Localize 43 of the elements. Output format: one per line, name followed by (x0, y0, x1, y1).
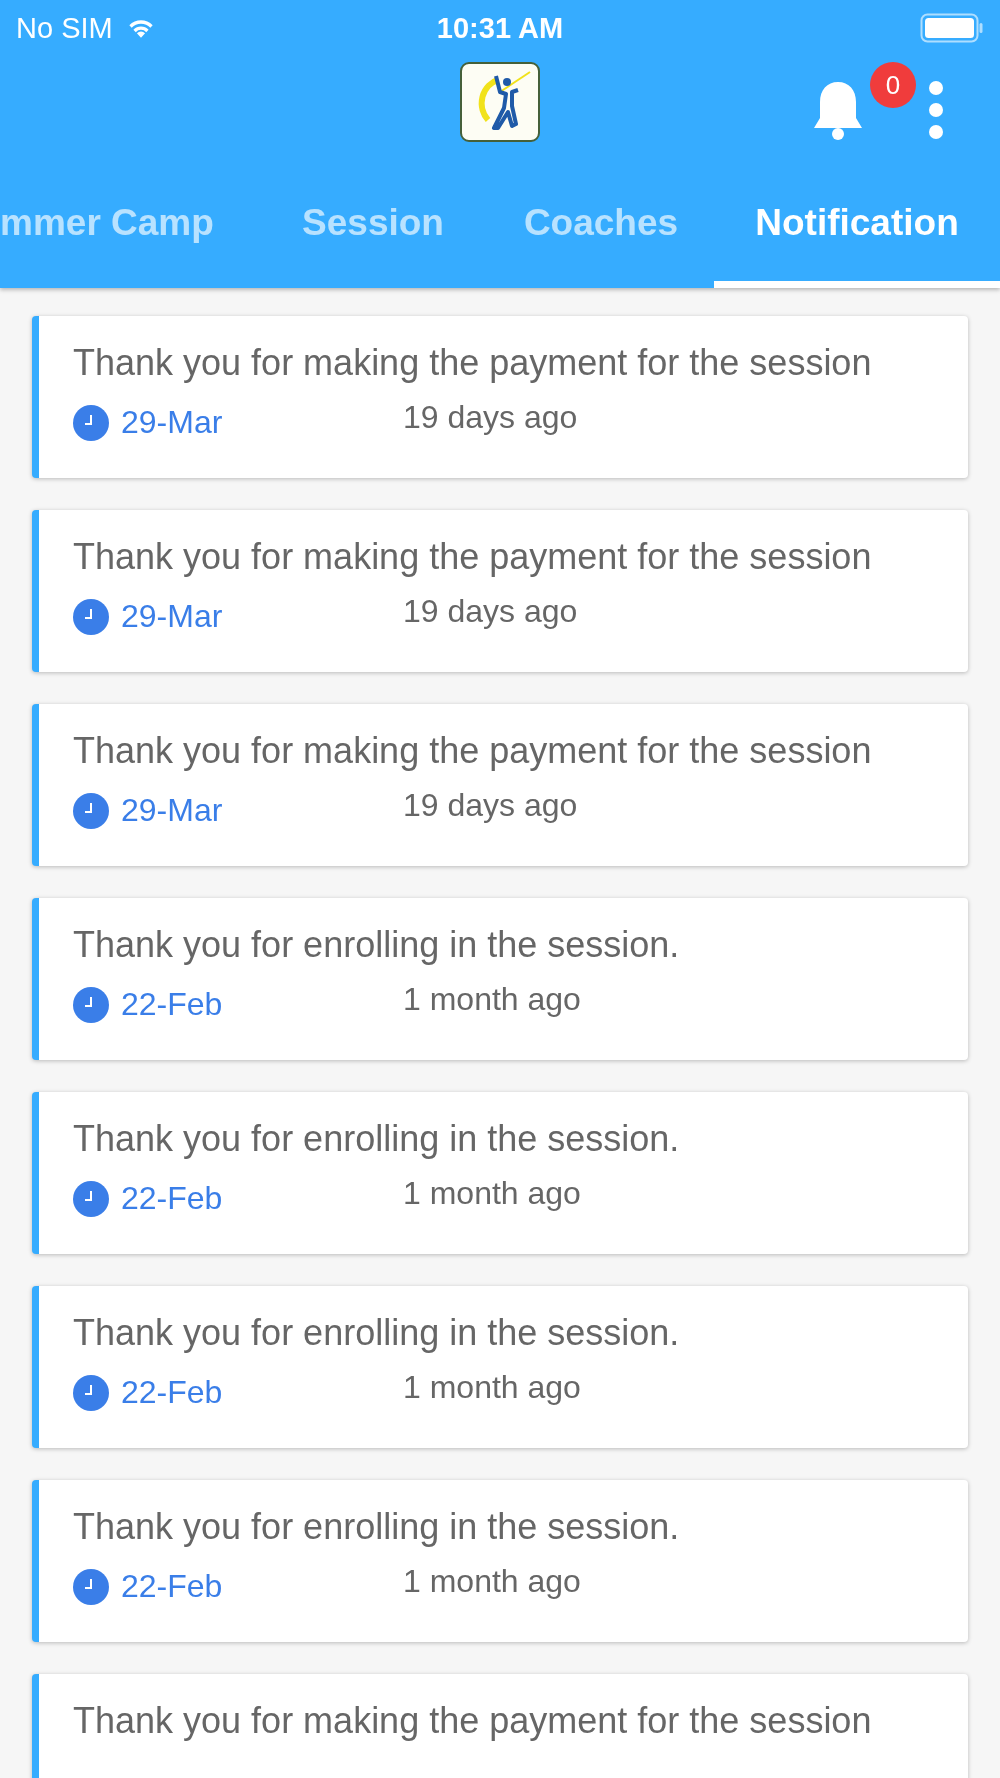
notification-date: 22-Feb (121, 986, 224, 1023)
clock-icon (73, 1180, 109, 1217)
notification-message: Thank you for making the payment for the session (73, 536, 873, 578)
notification-card[interactable]: Thank you for enrolling in the session. 22-Feb 1 month ago (32, 898, 968, 1060)
notification-card[interactable]: Thank you for enrolling in the session. 22-Feb 1 month ago (32, 1286, 968, 1448)
notification-date: 29-Mar (121, 404, 224, 441)
clock-time: 10:31 AM (436, 11, 564, 45)
more-menu-icon[interactable] (928, 80, 944, 140)
time-ago: 1 month ago (403, 1563, 581, 1600)
notification-badge: 0 (870, 62, 916, 108)
carrier-label: No SIM (16, 11, 113, 45)
notification-card[interactable]: Thank you for making the payment for the session 29-Mar 19 days ago (32, 704, 968, 866)
logo-icon (460, 62, 540, 142)
notification-card[interactable]: Thank you for enrolling in the session. 22-Feb 1 month ago (32, 1480, 968, 1642)
time-ago: 1 month ago (403, 981, 581, 1018)
time-ago: 1 month ago (403, 1175, 581, 1212)
clock-icon (73, 598, 109, 635)
time-ago: 19 days ago (403, 787, 578, 824)
time-ago: 19 days ago (403, 593, 578, 630)
time-ago: 19 days ago (403, 399, 578, 436)
time-ago: 1 month ago (403, 1369, 581, 1406)
notification-date: 22-Feb (121, 1374, 224, 1411)
notification-card[interactable]: Thank you for enrolling in the session. 22-Feb 1 month ago (32, 1092, 968, 1254)
notification-message: Thank you for making the payment for the session (73, 342, 873, 384)
notification-message: Thank you for enrolling in the session. (73, 1506, 681, 1548)
notification-date: 22-Feb (121, 1180, 224, 1217)
clock-icon (73, 1568, 109, 1605)
notification-card[interactable]: Thank you for making the payment for the session 29-Mar 19 days ago (32, 316, 968, 478)
notification-card[interactable]: Thank you for making the payment for the session 29-Mar 19 days ago (32, 510, 968, 672)
clock-icon (73, 792, 109, 829)
notification-date: 29-Mar (121, 598, 224, 635)
clock-icon (73, 1374, 109, 1411)
battery-icon (920, 13, 984, 43)
notification-message: Thank you for enrolling in the session. (73, 1312, 681, 1354)
clock-icon (73, 986, 109, 1023)
notification-message: Thank you for enrolling in the session. (73, 924, 681, 966)
notification-date: 29-Mar (121, 792, 224, 829)
notification-message: Thank you for making the payment for the session (73, 1700, 873, 1742)
notification-date: 22-Feb (121, 1568, 224, 1605)
notification-message: Thank you for enrolling in the session. (73, 1118, 681, 1160)
notification-card[interactable]: Thank you for making the payment for the session (32, 1674, 968, 1778)
notification-message: Thank you for making the payment for the session (73, 730, 873, 772)
clock-icon (73, 404, 109, 441)
